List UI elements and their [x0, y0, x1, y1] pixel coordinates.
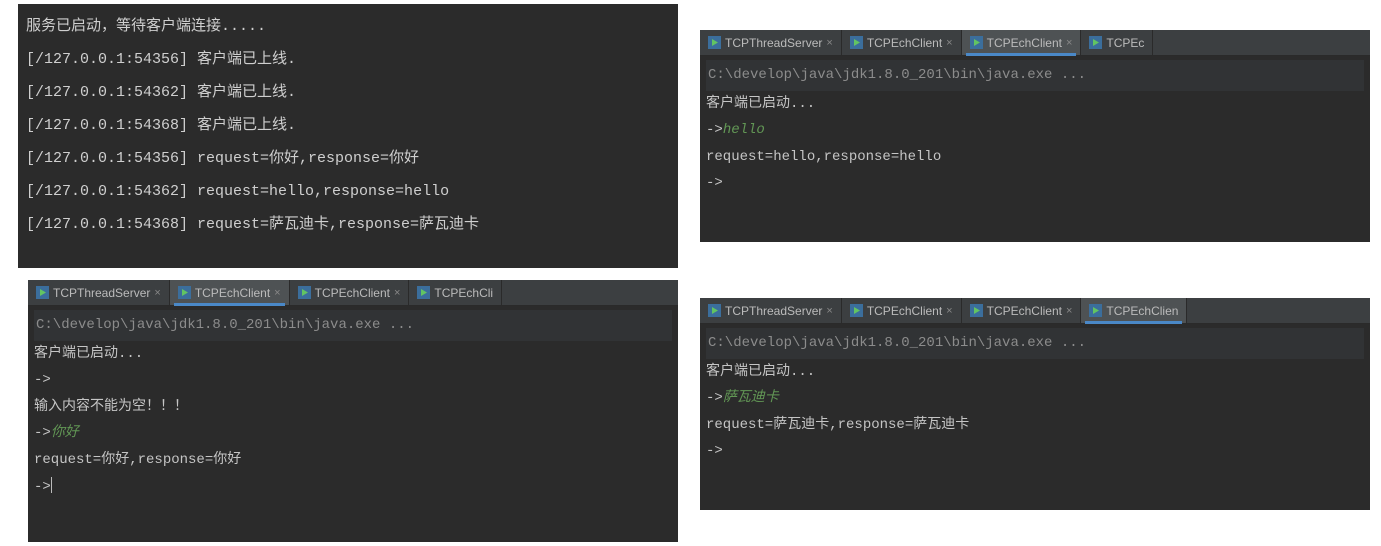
- run-icon: [1089, 304, 1102, 317]
- log-line: 客户端已启动...: [706, 359, 1364, 386]
- run-icon: [417, 286, 430, 299]
- client-console-sawadika: TCPThreadServer × TCPEchClient × TCPEchC…: [700, 298, 1370, 510]
- tab-label: TCPEchClient: [987, 36, 1062, 50]
- java-command: C:\develop\java\jdk1.8.0_201\bin\java.ex…: [34, 310, 672, 341]
- console-output: 服务已启动，等待客户端连接..... [/127.0.0.1:54356] 客户…: [18, 4, 678, 247]
- run-icon: [850, 36, 863, 49]
- close-icon[interactable]: ×: [274, 287, 280, 299]
- prompt: ->: [34, 479, 51, 495]
- log-line: 服务已启动，等待客户端连接.....: [26, 10, 670, 43]
- log-line: ->你好: [34, 420, 672, 447]
- tab-client[interactable]: TCPEc: [1081, 30, 1153, 55]
- tab-label: TCPEchCli: [434, 286, 493, 300]
- prompt: ->: [706, 122, 723, 138]
- tab-strip: TCPThreadServer × TCPEchClient × TCPEchC…: [700, 30, 1370, 56]
- close-icon[interactable]: ×: [394, 287, 400, 299]
- close-icon[interactable]: ×: [826, 305, 832, 317]
- log-line: request=萨瓦迪卡,response=萨瓦迪卡: [706, 412, 1364, 439]
- log-line: [/127.0.0.1:54362] request=hello,respons…: [26, 175, 670, 208]
- tab-label: TCPThreadServer: [725, 304, 822, 318]
- server-console: 服务已启动，等待客户端连接..... [/127.0.0.1:54356] 客户…: [18, 4, 678, 268]
- log-line: 客户端已启动...: [706, 91, 1364, 118]
- client-console-nihao: TCPThreadServer × TCPEchClient × TCPEchC…: [28, 280, 678, 542]
- client-console-hello: TCPThreadServer × TCPEchClient × TCPEchC…: [700, 30, 1370, 242]
- log-line: 客户端已启动...: [34, 341, 672, 368]
- tab-client[interactable]: TCPEchClient ×: [962, 30, 1082, 55]
- console-output: C:\develop\java\jdk1.8.0_201\bin\java.ex…: [28, 306, 678, 506]
- caret-icon: [51, 477, 52, 493]
- user-input: 你好: [51, 425, 79, 441]
- user-input: hello: [723, 122, 765, 138]
- log-line: [/127.0.0.1:54368] request=萨瓦迪卡,response…: [26, 208, 670, 241]
- log-line: ->: [34, 474, 672, 501]
- log-line: request=hello,response=hello: [706, 144, 1364, 171]
- tab-label: TCPEchClient: [867, 36, 942, 50]
- tab-label: TCPEchClient: [315, 286, 390, 300]
- tab-server[interactable]: TCPThreadServer ×: [700, 298, 842, 323]
- log-line: ->: [706, 438, 1364, 465]
- prompt: ->: [706, 390, 723, 406]
- log-line: 输入内容不能为空！！！: [34, 394, 672, 421]
- tab-client[interactable]: TCPEchClient ×: [962, 298, 1082, 323]
- tab-label: TCPEchClien: [1106, 304, 1178, 318]
- java-command: C:\develop\java\jdk1.8.0_201\bin\java.ex…: [706, 60, 1364, 91]
- tab-client[interactable]: TCPEchCli: [409, 280, 502, 305]
- run-icon: [178, 286, 191, 299]
- tab-server[interactable]: TCPThreadServer ×: [700, 30, 842, 55]
- console-output: C:\develop\java\jdk1.8.0_201\bin\java.ex…: [700, 324, 1370, 471]
- close-icon[interactable]: ×: [946, 37, 952, 49]
- tab-label: TCPThreadServer: [53, 286, 150, 300]
- user-input: 萨瓦迪卡: [723, 390, 779, 406]
- run-icon: [708, 304, 721, 317]
- close-icon[interactable]: ×: [946, 305, 952, 317]
- java-command: C:\develop\java\jdk1.8.0_201\bin\java.ex…: [706, 328, 1364, 359]
- log-line: [/127.0.0.1:54368] 客户端已上线.: [26, 109, 670, 142]
- run-icon: [1089, 36, 1102, 49]
- tab-client[interactable]: TCPEchClient ×: [170, 280, 290, 305]
- log-line: ->: [706, 170, 1364, 197]
- tab-server[interactable]: TCPThreadServer ×: [28, 280, 170, 305]
- log-line: ->: [34, 367, 672, 394]
- close-icon[interactable]: ×: [154, 287, 160, 299]
- tab-strip: TCPThreadServer × TCPEchClient × TCPEchC…: [28, 280, 678, 306]
- tab-label: TCPEchClient: [867, 304, 942, 318]
- run-icon: [36, 286, 49, 299]
- tab-client[interactable]: TCPEchClient ×: [842, 30, 962, 55]
- run-icon: [708, 36, 721, 49]
- log-line: request=你好,response=你好: [34, 447, 672, 474]
- run-icon: [970, 36, 983, 49]
- tab-label: TCPEchClient: [195, 286, 270, 300]
- log-line: [/127.0.0.1:54356] 客户端已上线.: [26, 43, 670, 76]
- close-icon[interactable]: ×: [826, 37, 832, 49]
- prompt: ->: [34, 425, 51, 441]
- tab-label: TCPEc: [1106, 36, 1144, 50]
- run-icon: [970, 304, 983, 317]
- tab-strip: TCPThreadServer × TCPEchClient × TCPEchC…: [700, 298, 1370, 324]
- log-line: ->萨瓦迪卡: [706, 385, 1364, 412]
- run-icon: [298, 286, 311, 299]
- run-icon: [850, 304, 863, 317]
- tab-client[interactable]: TCPEchClien: [1081, 298, 1187, 323]
- tab-label: TCPEchClient: [987, 304, 1062, 318]
- tab-label: TCPThreadServer: [725, 36, 822, 50]
- log-line: ->hello: [706, 117, 1364, 144]
- log-line: [/127.0.0.1:54362] 客户端已上线.: [26, 76, 670, 109]
- close-icon[interactable]: ×: [1066, 37, 1072, 49]
- close-icon[interactable]: ×: [1066, 305, 1072, 317]
- log-line: [/127.0.0.1:54356] request=你好,response=你…: [26, 142, 670, 175]
- tab-client[interactable]: TCPEchClient ×: [290, 280, 410, 305]
- console-output: C:\develop\java\jdk1.8.0_201\bin\java.ex…: [700, 56, 1370, 203]
- tab-client[interactable]: TCPEchClient ×: [842, 298, 962, 323]
